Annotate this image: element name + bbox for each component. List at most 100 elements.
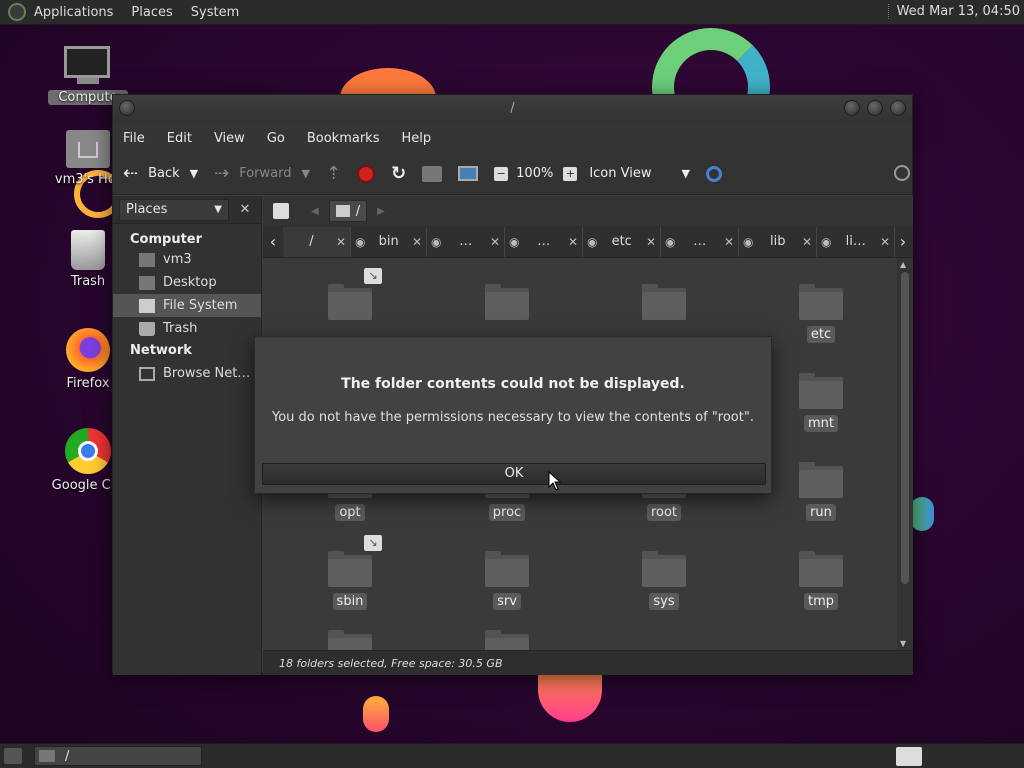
zoom-out-button[interactable]: − <box>494 166 509 181</box>
taskbar-item-file-manager[interactable]: / <box>34 746 202 766</box>
sidebar-item-file-system[interactable]: File System <box>113 294 261 317</box>
sidebar-item-vm3[interactable]: vm3 <box>113 248 261 271</box>
location-root-label: / <box>355 203 361 219</box>
minimize-button[interactable] <box>844 100 860 116</box>
folder-item-mnt[interactable]: mnt <box>771 373 871 432</box>
menu-places[interactable]: Places <box>131 5 172 20</box>
edit-location-icon[interactable] <box>273 203 289 219</box>
show-desktop-icon[interactable] <box>4 748 22 764</box>
tab-root[interactable]: / ✕ <box>283 226 351 257</box>
maximize-button[interactable] <box>867 100 883 116</box>
tab-label: li… <box>845 234 866 249</box>
menu-view[interactable]: View <box>214 131 245 146</box>
workspace-switcher-icon[interactable] <box>896 747 922 766</box>
sidebar-type-select[interactable]: Places ▼ <box>119 198 229 221</box>
tabs-scroll-left-icon[interactable]: ‹ <box>263 232 283 251</box>
symlink-badge-icon: ↘ <box>364 268 382 284</box>
menu-file[interactable]: File <box>123 131 145 146</box>
close-tab-icon[interactable]: ✕ <box>412 235 422 249</box>
forward-button[interactable]: ⇢ Forward ▼ <box>214 163 310 184</box>
folder-icon <box>799 284 843 320</box>
scrollbar-thumb[interactable] <box>901 272 909 584</box>
view-mode-select[interactable]: Icon View ▼ <box>589 166 690 181</box>
location-root-button[interactable]: / <box>328 200 368 222</box>
close-button[interactable] <box>890 100 906 116</box>
clock[interactable]: Wed Mar 13, 04:50 <box>887 4 1020 19</box>
scroll-down-icon[interactable]: ▼ <box>900 639 906 648</box>
folder-icon <box>485 551 529 587</box>
folder-item-partial[interactable] <box>457 630 557 650</box>
folder-item-sbin[interactable]: sbin <box>300 551 400 610</box>
computer-icon <box>458 166 479 181</box>
search-button[interactable] <box>705 165 722 182</box>
location-prev-icon[interactable]: ◀ <box>311 206 319 217</box>
home-folder-icon <box>66 130 110 168</box>
decor-pink-blob <box>538 672 602 722</box>
tab-6[interactable]: ◉ … ✕ <box>661 226 739 257</box>
close-tab-icon[interactable]: ✕ <box>568 235 578 249</box>
folder-item-etc[interactable]: etc <box>771 284 871 343</box>
scroll-up-icon[interactable]: ▲ <box>900 260 906 269</box>
folder-item-run[interactable]: run <box>771 462 871 521</box>
tab-3[interactable]: ◉ … ✕ <box>427 226 505 257</box>
location-next-icon[interactable]: ▶ <box>377 206 385 217</box>
close-tab-icon[interactable]: ✕ <box>802 235 812 249</box>
back-arrow-icon: ⇠ <box>123 163 139 184</box>
tab-4[interactable]: ◉ … ✕ <box>505 226 583 257</box>
zoom-in-button[interactable]: + <box>563 166 578 181</box>
up-button[interactable]: ⇡ <box>326 163 341 184</box>
throbber-icon <box>894 165 910 181</box>
back-button[interactable]: ⇠ Back ▼ <box>123 163 198 184</box>
home-folder-icon <box>139 252 155 267</box>
decor-small-blob <box>363 696 389 732</box>
mouse-cursor-icon <box>548 471 562 491</box>
reload-button[interactable]: ↻ <box>391 163 406 184</box>
folder-icon <box>642 284 686 320</box>
vertical-scrollbar[interactable]: ▲ ▼ <box>897 258 913 650</box>
menu-edit[interactable]: Edit <box>167 131 192 146</box>
zoom-level[interactable]: 100% <box>516 166 553 181</box>
tab-8[interactable]: ◉ li… ✕ <box>817 226 895 257</box>
close-tab-icon[interactable]: ✕ <box>490 235 500 249</box>
back-history-dropdown-icon[interactable]: ▼ <box>190 167 198 180</box>
menu-go[interactable]: Go <box>267 131 285 146</box>
folder-item[interactable] <box>614 284 714 335</box>
folder-label: sys <box>649 593 679 610</box>
close-tab-icon[interactable]: ✕ <box>336 235 346 249</box>
close-tab-icon[interactable]: ✕ <box>646 235 656 249</box>
close-tab-icon[interactable]: ✕ <box>880 235 890 249</box>
sidebar-item-browse-network[interactable]: Browse Net… <box>113 362 261 385</box>
tab-lib[interactable]: ◉ lib ✕ <box>739 226 817 257</box>
stop-button[interactable] <box>357 164 376 183</box>
titlebar[interactable]: / <box>113 95 912 123</box>
computer-button[interactable] <box>458 166 479 181</box>
sidebar-item-trash[interactable]: Trash <box>113 317 261 340</box>
sidebar-section-computer: Computer <box>130 232 203 247</box>
tab-etc[interactable]: ◉ etc ✕ <box>583 226 661 257</box>
folder-icon <box>328 630 372 650</box>
menu-system[interactable]: System <box>191 5 239 20</box>
folder-item[interactable] <box>300 284 400 335</box>
menu-applications[interactable]: Applications <box>34 5 113 20</box>
folder-item-tmp[interactable]: tmp <box>771 551 871 610</box>
window-menu-button[interactable] <box>119 100 135 116</box>
menu-bookmarks[interactable]: Bookmarks <box>307 131 380 146</box>
ok-button[interactable]: OK <box>262 463 766 485</box>
sidebar-item-label: Trash <box>163 321 198 336</box>
folder-item-partial[interactable] <box>300 630 400 650</box>
folder-label: run <box>806 504 836 521</box>
forward-history-dropdown-icon[interactable]: ▼ <box>302 167 310 180</box>
tabs-scroll-right-icon[interactable]: › <box>895 232 911 251</box>
tab-label: etc <box>611 234 632 249</box>
zoom-in-icon: + <box>563 166 578 181</box>
menu-logo-icon[interactable] <box>8 3 26 21</box>
menu-help[interactable]: Help <box>401 131 431 146</box>
folder-item-srv[interactable]: srv <box>457 551 557 610</box>
sidebar-item-desktop[interactable]: Desktop <box>113 271 261 294</box>
tab-bin[interactable]: ◉ bin ✕ <box>351 226 427 257</box>
close-sidebar-icon[interactable]: ✕ <box>235 202 255 217</box>
folder-item[interactable] <box>457 284 557 335</box>
folder-item-sys[interactable]: sys <box>614 551 714 610</box>
close-tab-icon[interactable]: ✕ <box>724 235 734 249</box>
home-button[interactable] <box>422 165 443 182</box>
